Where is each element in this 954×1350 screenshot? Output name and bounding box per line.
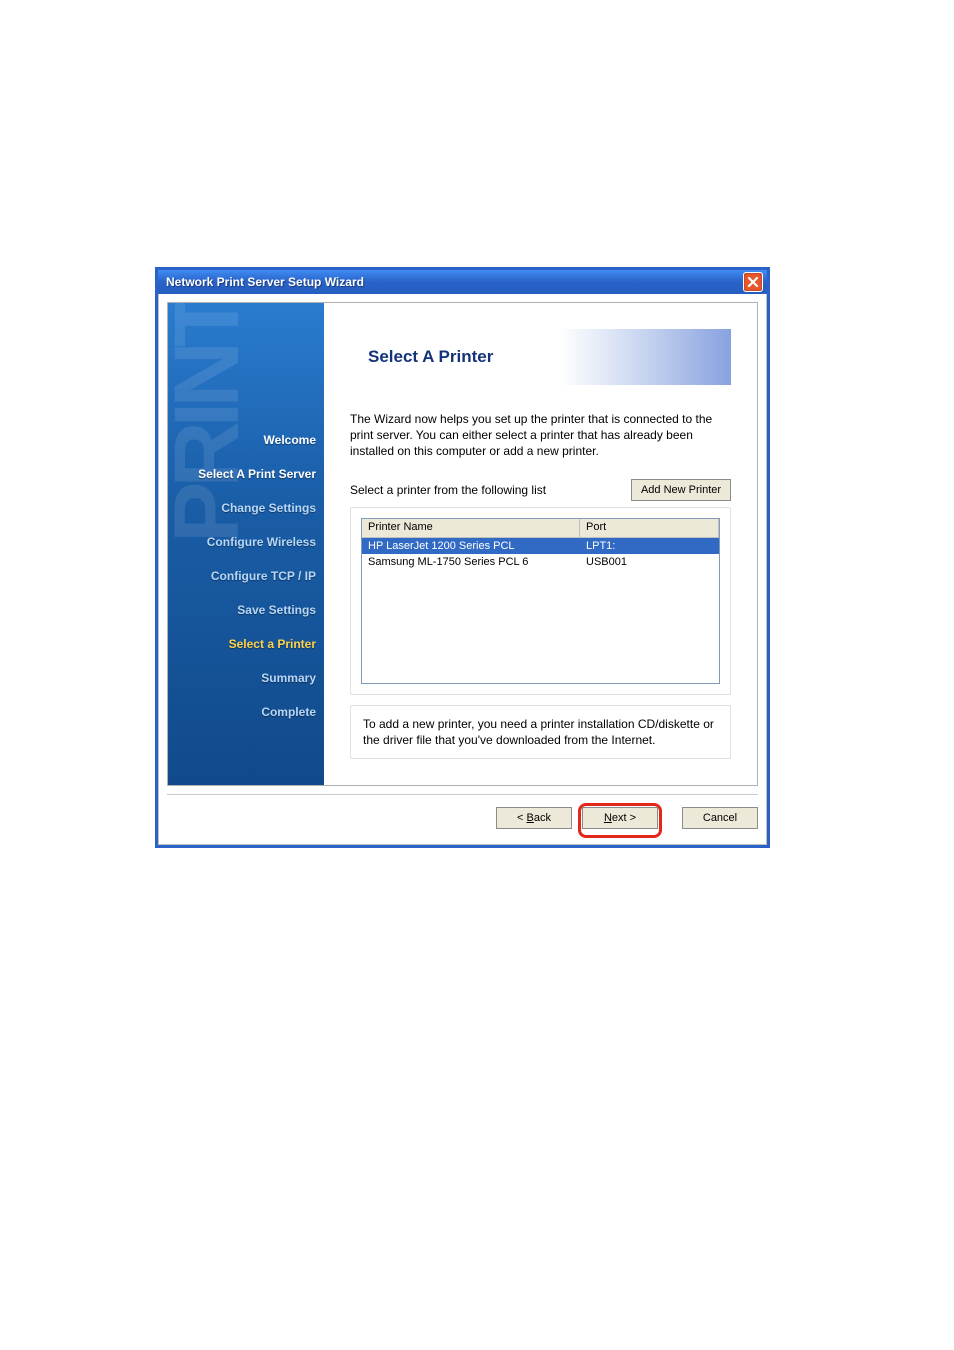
- next-button-highlight: Next >: [578, 803, 662, 838]
- sidebar-step-4: Configure TCP / IP: [176, 559, 316, 593]
- sidebar-step-3: Configure Wireless: [176, 525, 316, 559]
- client-area: PRINT WelcomeSelect A Print ServerChange…: [158, 294, 767, 845]
- printer-port-cell: USB001: [580, 556, 719, 568]
- list-prompt: Select a printer from the following list: [350, 483, 546, 497]
- printer-listbox[interactable]: Printer Name Port HP LaserJet 1200 Serie…: [361, 518, 720, 684]
- sidebar-step-7: Summary: [176, 661, 316, 695]
- window-title: Network Print Server Setup Wizard: [166, 275, 364, 289]
- sidebar: PRINT WelcomeSelect A Print ServerChange…: [168, 303, 324, 785]
- printer-list-group: Printer Name Port HP LaserJet 1200 Serie…: [350, 507, 731, 695]
- titlebar: Network Print Server Setup Wizard: [158, 270, 767, 294]
- wizard-footer: < Back Next > Cancel: [167, 794, 758, 834]
- column-port[interactable]: Port: [580, 519, 719, 537]
- printer-name-cell: Samsung ML-1750 Series PCL 6: [362, 556, 580, 568]
- next-button[interactable]: Next >: [582, 807, 658, 829]
- main-panel: Select A Printer The Wizard now helps yo…: [324, 303, 757, 785]
- sidebar-step-0: Welcome: [176, 423, 316, 457]
- column-printer-name[interactable]: Printer Name: [362, 519, 580, 537]
- sidebar-step-6: Select a Printer: [176, 627, 316, 661]
- close-button[interactable]: [743, 272, 763, 292]
- intro-text: The Wizard now helps you set up the prin…: [350, 411, 731, 459]
- sidebar-step-1: Select A Print Server: [176, 457, 316, 491]
- printer-row[interactable]: Samsung ML-1750 Series PCL 6USB001: [362, 554, 719, 570]
- cancel-button[interactable]: Cancel: [682, 807, 758, 829]
- sidebar-step-2: Change Settings: [176, 491, 316, 525]
- sidebar-step-8: Complete: [176, 695, 316, 729]
- printer-port-cell: LPT1:: [580, 540, 719, 552]
- sidebar-step-5: Save Settings: [176, 593, 316, 627]
- printer-row[interactable]: HP LaserJet 1200 Series PCLLPT1:: [362, 538, 719, 554]
- page-title: Select A Printer: [368, 347, 493, 367]
- printer-name-cell: HP LaserJet 1200 Series PCL: [362, 540, 580, 552]
- wizard-window: Network Print Server Setup Wizard PRINT …: [155, 267, 770, 848]
- add-new-printer-button[interactable]: Add New Printer: [631, 479, 731, 501]
- sidebar-steps: WelcomeSelect A Print ServerChange Setti…: [176, 423, 316, 729]
- close-icon: [747, 276, 759, 288]
- header-band: Select A Printer: [350, 329, 731, 385]
- content-panel: PRINT WelcomeSelect A Print ServerChange…: [167, 302, 758, 786]
- hint-text: To add a new printer, you need a printer…: [350, 705, 731, 759]
- list-header: Printer Name Port: [362, 519, 719, 538]
- back-button[interactable]: < Back: [496, 807, 572, 829]
